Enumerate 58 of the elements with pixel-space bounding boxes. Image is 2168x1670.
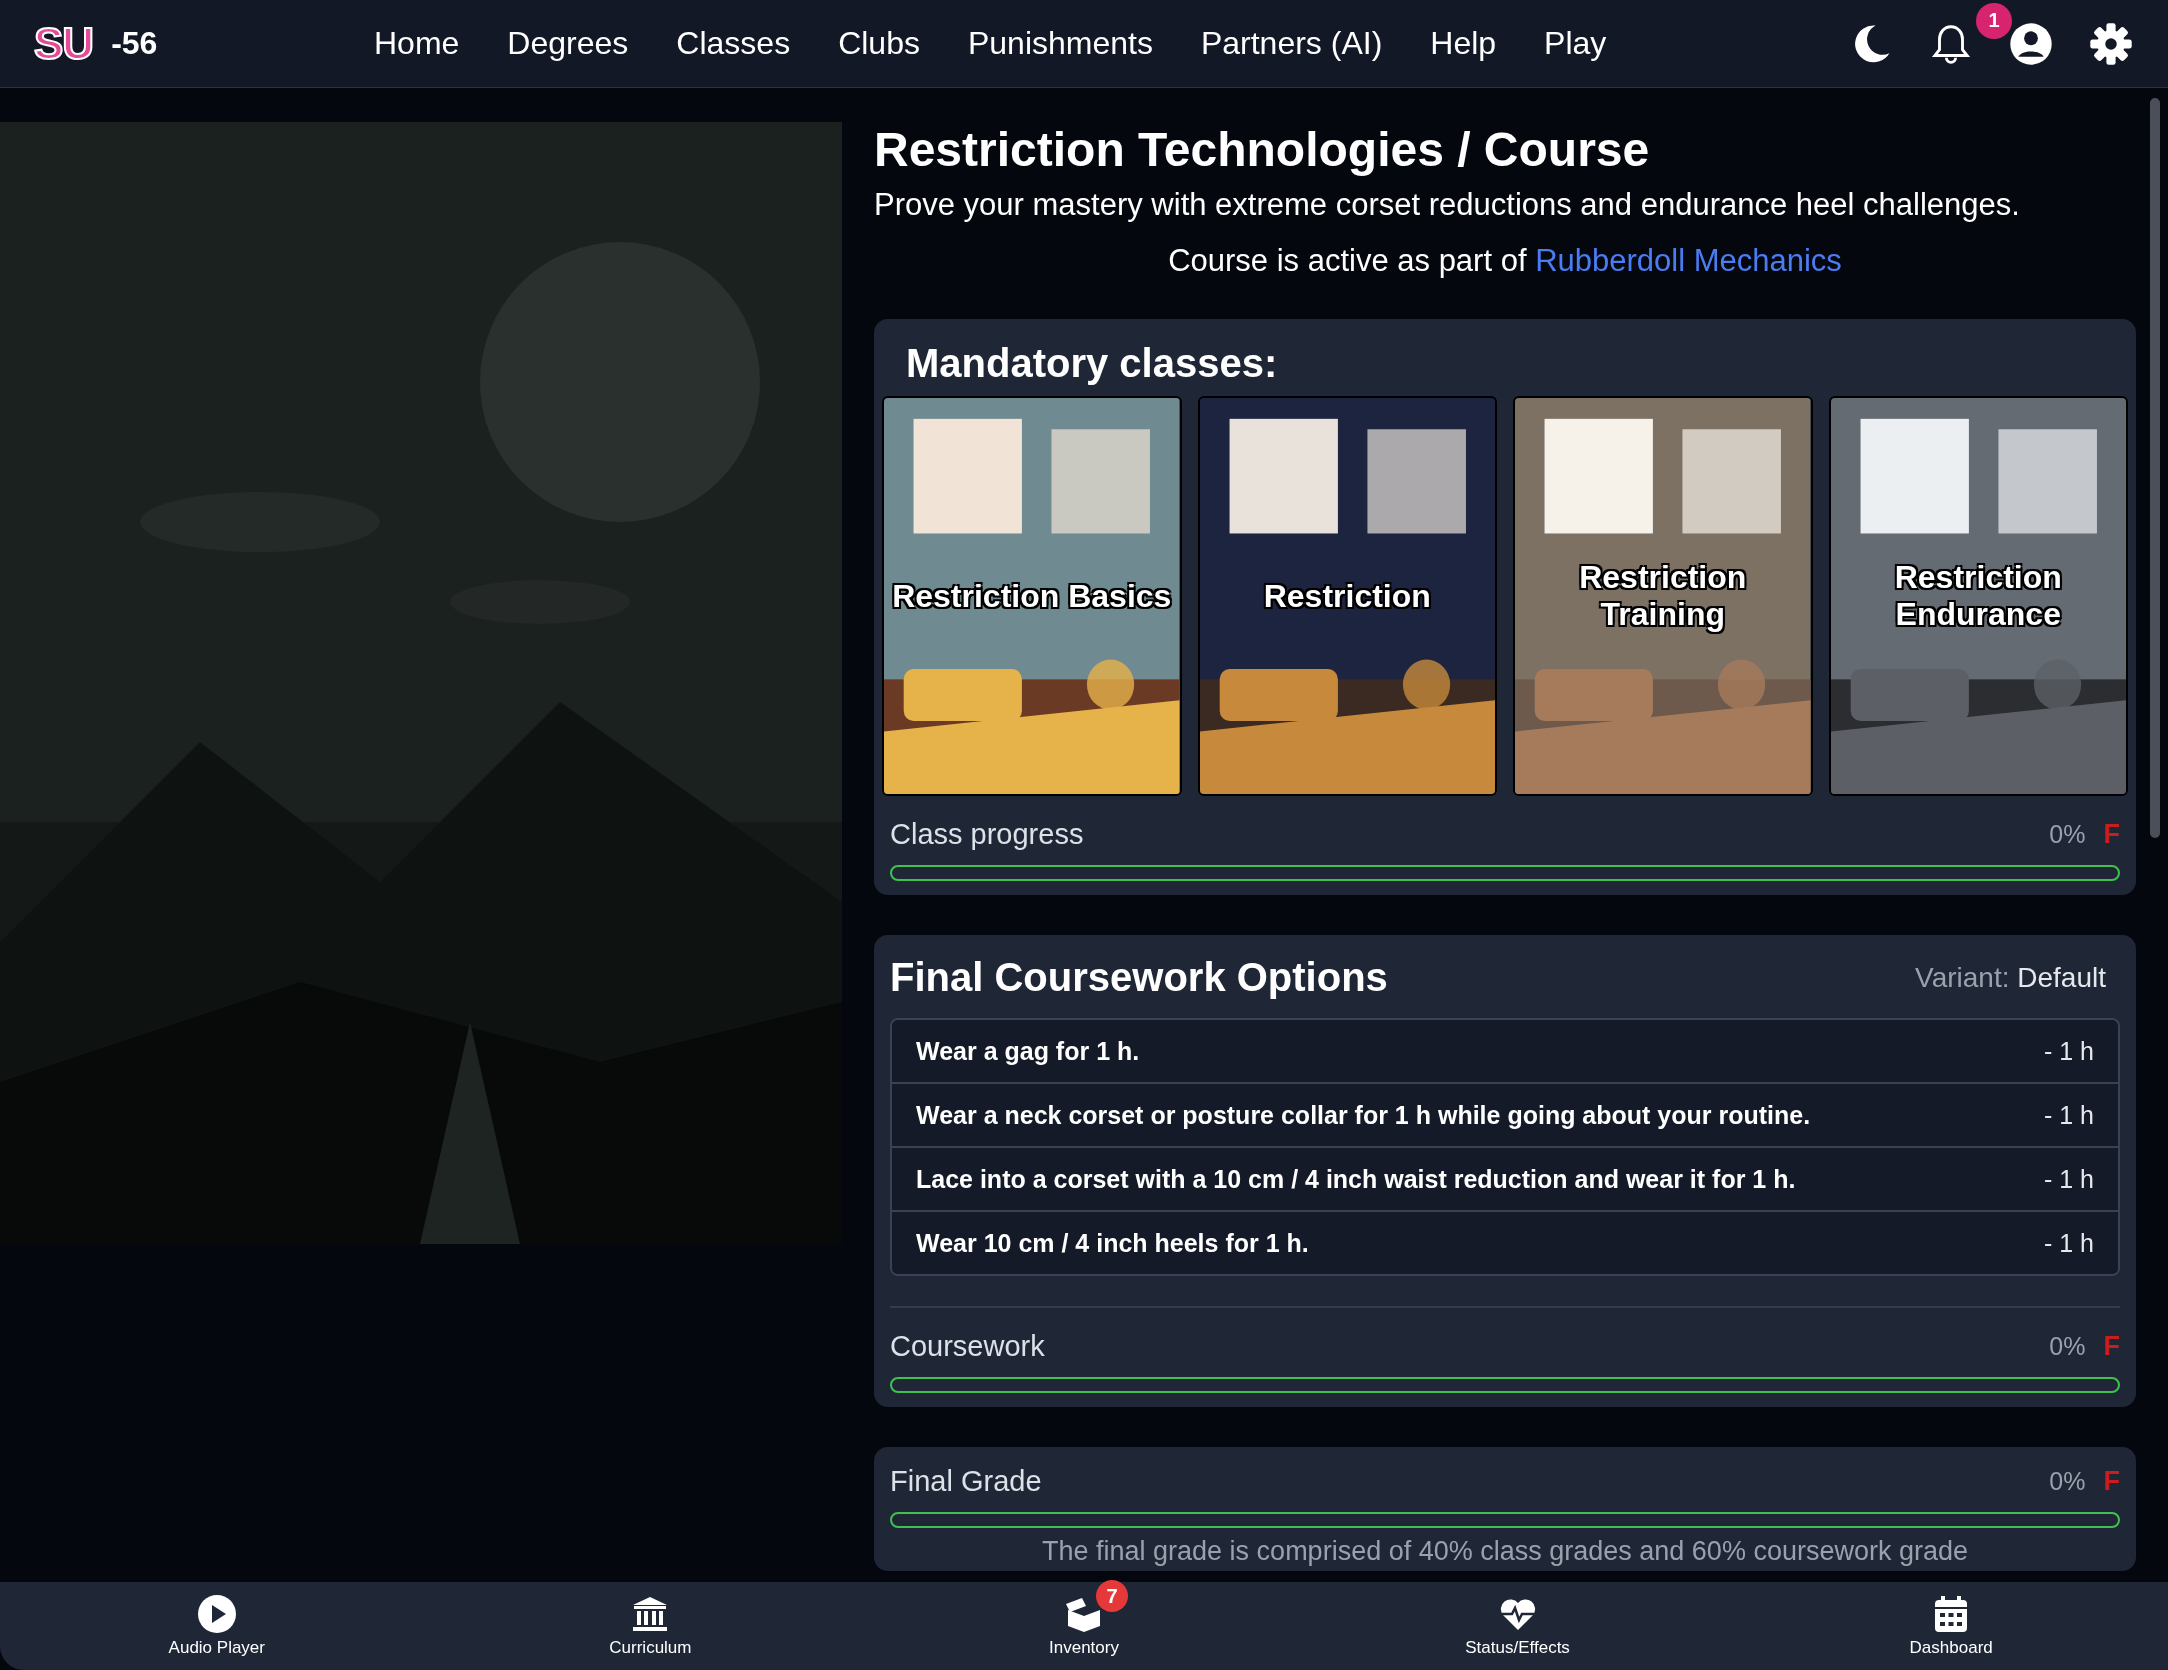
class-title: Restriction Endurance: [1893, 559, 2063, 633]
class-card[interactable]: Restriction Endurance: [1828, 396, 2128, 796]
letter-grade: F: [2103, 819, 2120, 850]
nav-link[interactable]: Partners (AI): [1200, 25, 1383, 62]
class-card[interactable]: Restriction Training: [1513, 396, 1813, 796]
settings-icon[interactable]: [2088, 20, 2134, 67]
nav-link[interactable]: Degrees: [507, 25, 629, 62]
bottom-nav-item[interactable]: Audio Player: [0, 1582, 434, 1670]
option-text: Wear a neck corset or posture collar for 1 h while going about your routine.: [916, 1100, 1811, 1130]
coursework-option[interactable]: Wear 10 cm / 4 inch heels for 1 h. - 1 h: [892, 1210, 2118, 1274]
option-text: Lace into a corset with a 10 cm / 4 inch waist reduction and wear it for 1 h.: [916, 1164, 1796, 1194]
section-heading: Mandatory classes:: [905, 340, 1279, 387]
nav-link[interactable]: Punishments: [967, 25, 1153, 62]
progress-percent: 0%: [2049, 1467, 2086, 1496]
nav-link[interactable]: Play: [1544, 25, 1607, 62]
nav-link[interactable]: Home: [374, 25, 460, 62]
option-duration: - 1 h: [2043, 1100, 2094, 1130]
letter-grade: F: [2103, 1331, 2120, 1362]
bottom-nav-item[interactable]: Status/Effects: [1300, 1582, 1735, 1670]
option-duration: - 1 h: [2043, 1164, 2094, 1194]
progress-percent: 0%: [2049, 820, 2086, 849]
nav-link[interactable]: Clubs: [838, 25, 920, 62]
class-card[interactable]: Restriction Basics: [882, 396, 1182, 796]
play-icon: [196, 1594, 237, 1634]
variant-label: Variant: Default: [1915, 961, 2107, 994]
nav-link[interactable]: Classes: [676, 25, 791, 62]
course-description: Prove your mastery with extreme corset reductions and endurance heel challenges.: [874, 187, 2021, 223]
class-title: Restriction: [1262, 577, 1432, 615]
bottom-nav-item[interactable]: Dashboard: [1734, 1582, 2168, 1670]
user-avatar-icon[interactable]: [2008, 20, 2054, 67]
option-text: Wear a gag for 1 h.: [916, 1036, 1140, 1066]
class-title: Restriction Basics: [891, 577, 1173, 615]
progress-label: Class progress: [890, 818, 1084, 851]
class-title: Restriction Training: [1578, 559, 1748, 633]
coursework-option[interactable]: Wear a neck corset or posture collar for 1 h while going about your routine. - 1 h: [892, 1082, 2118, 1146]
class-card[interactable]: Restriction: [1197, 396, 1497, 796]
progress-label: Final Grade: [890, 1465, 1042, 1498]
site-logo[interactable]: SU: [34, 18, 94, 69]
coursework-option[interactable]: Lace into a corset with a 10 cm / 4 inch waist reduction and wear it for 1 h. - 1 h: [892, 1146, 2118, 1210]
option-duration: - 1 h: [2043, 1036, 2094, 1066]
option-duration: - 1 h: [2043, 1228, 2094, 1258]
bottom-nav-item[interactable]: 7 Inventory: [867, 1582, 1301, 1670]
degree-link[interactable]: Rubberdoll Mechanics: [1535, 243, 1842, 278]
nav-link[interactable]: Help: [1430, 25, 1497, 62]
letter-grade: F: [2103, 1466, 2120, 1497]
option-text: Wear 10 cm / 4 inch heels for 1 h.: [916, 1228, 1309, 1258]
bottom-nav-item[interactable]: Curriculum: [433, 1582, 868, 1670]
section-heading: Final Coursework Options: [890, 955, 1388, 1000]
count-badge: 7: [1096, 1580, 1128, 1612]
grade-note: The final grade is comprised of 40% class grades and 60% coursework grade: [1041, 1536, 1969, 1567]
score: -56: [111, 25, 158, 62]
course-title: Restriction Technologies / Course: [874, 122, 1651, 177]
progress-percent: 0%: [2049, 1332, 2086, 1361]
course-active-note: Course is active as part of Rubberdoll Mechanics: [1167, 243, 1843, 279]
progress-label: Coursework: [890, 1330, 1045, 1363]
scrollbar-thumb[interactable]: [2150, 98, 2160, 838]
coursework-option[interactable]: Wear a gag for 1 h. - 1 h: [892, 1020, 2118, 1082]
notification-badge: 1: [1976, 2, 2012, 39]
